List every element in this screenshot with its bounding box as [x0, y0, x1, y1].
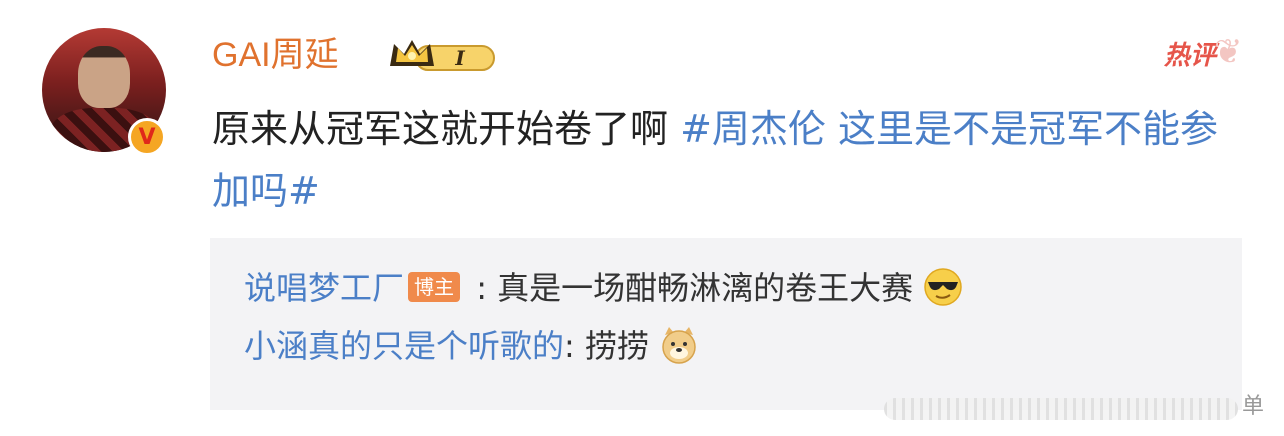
avatar-face	[78, 46, 130, 108]
member-level-label: I	[454, 46, 465, 70]
watermark: 单	[884, 384, 1264, 428]
post-text: 原来从冠军这就开始卷了啊	[212, 107, 681, 151]
flame-icon: ❦	[1214, 32, 1243, 72]
username[interactable]: GAI周延	[212, 34, 339, 76]
reply-author[interactable]: 小涵真的只是个听歌的	[244, 327, 564, 365]
watermark-text: 单	[1241, 394, 1264, 419]
blogger-badge: 博主	[408, 272, 461, 302]
reply-item[interactable]: 小涵真的只是个听歌的: 捞捞	[244, 324, 699, 371]
sunglasses-emoji-icon	[924, 268, 963, 306]
hot-label-text: 热评	[1164, 41, 1217, 71]
doge-emoji-icon	[662, 327, 696, 364]
verified-badge-icon: V	[128, 118, 166, 156]
reply-separator: :	[564, 327, 585, 365]
watermark-stripe	[884, 398, 1238, 420]
reply-text: 真是一场酣畅淋漓的卷王大赛	[497, 269, 914, 307]
post-content: 原来从冠军这就开始卷了啊 #周杰伦 这里是不是冠军不能参加吗#	[212, 98, 1252, 222]
reply-author[interactable]: 说唱梦工厂	[244, 269, 404, 307]
hot-comment-label: ❦ 热评	[1164, 32, 1243, 76]
reply-text: 捞捞	[584, 327, 649, 365]
member-crown-icon: I	[390, 40, 495, 71]
reply-separator: :	[466, 269, 498, 307]
reply-item[interactable]: 说唱梦工厂 博主 : 真是一场酣畅淋漓的卷王大赛	[244, 266, 963, 313]
